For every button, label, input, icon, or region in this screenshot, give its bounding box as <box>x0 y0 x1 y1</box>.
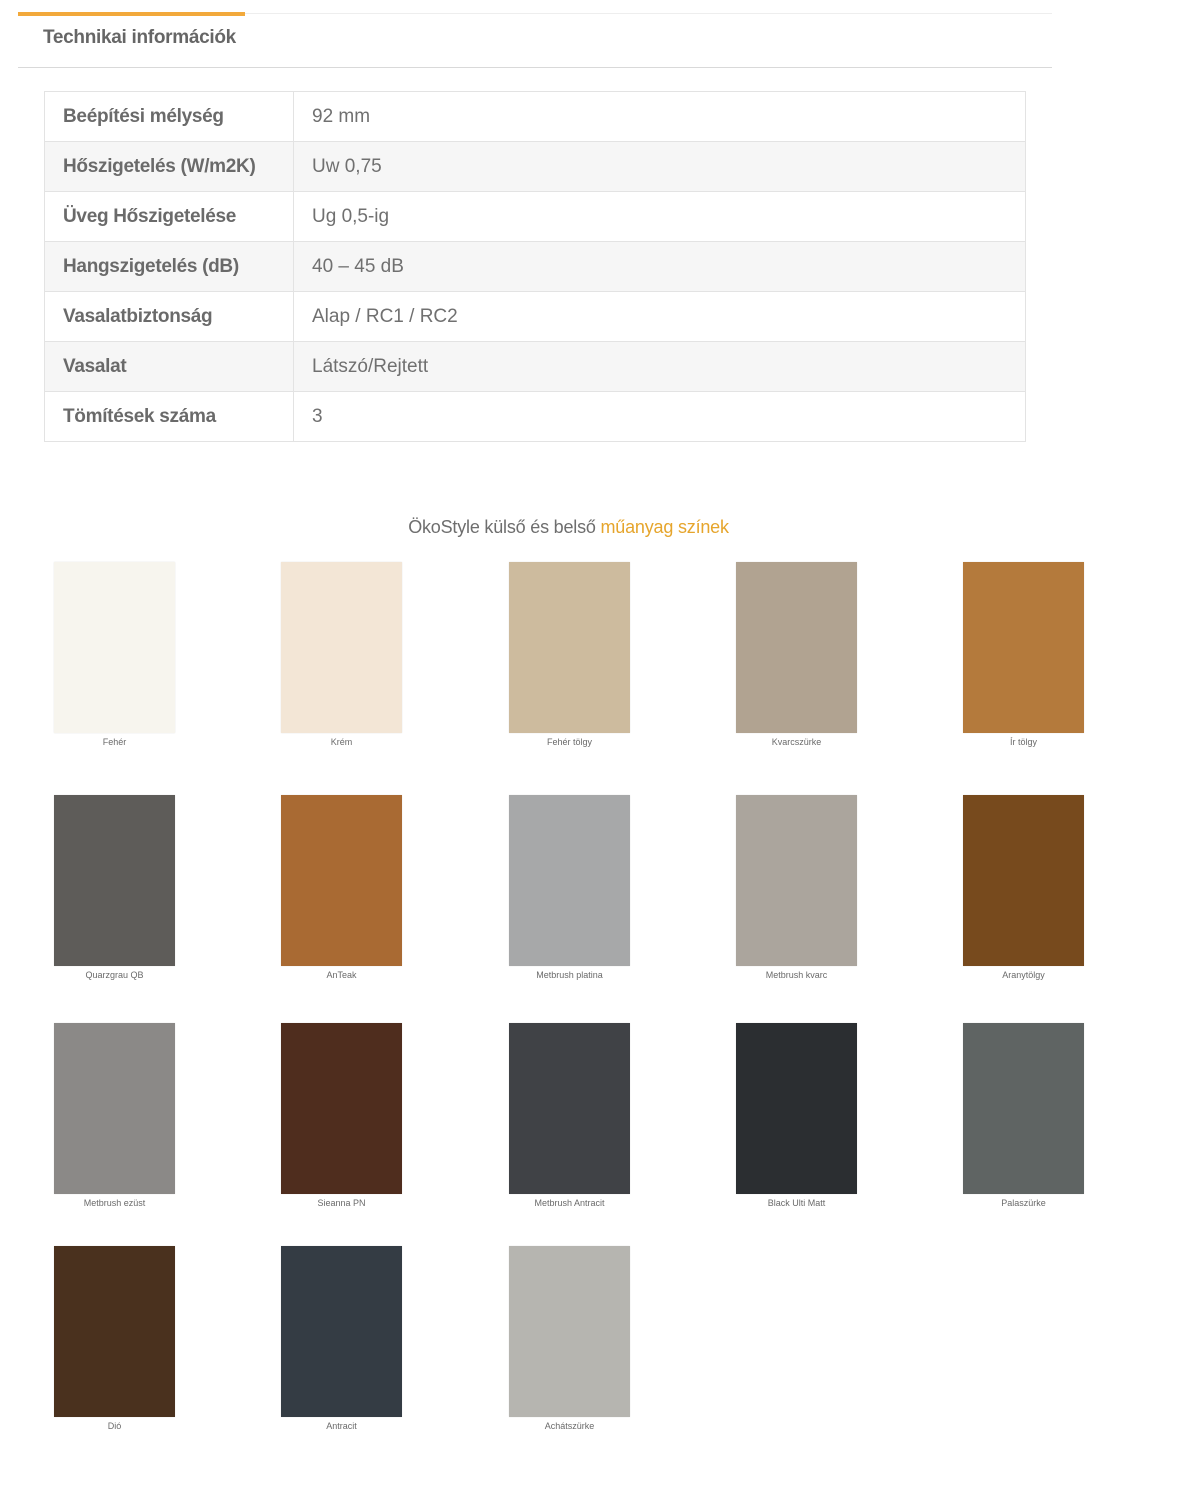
spec-row: Hőszigetelés (W/m2K) Uw 0,75 <box>44 141 1026 192</box>
color-swatch-label: Ír tölgy <box>1009 737 1037 747</box>
color-swatch-image[interactable] <box>54 1023 175 1194</box>
color-swatch-image[interactable] <box>736 795 857 966</box>
technical-specs-table: Beépítési mélység 92 mm Hőszigetelés (W/m2… <box>44 91 1026 442</box>
color-swatch-image[interactable] <box>963 562 1084 733</box>
spec-value: 3 <box>293 391 1026 442</box>
color-swatch-image[interactable] <box>509 562 630 733</box>
spec-label: Vasalat <box>44 341 294 392</box>
color-swatch-label: Black Ulti Matt <box>767 1198 826 1208</box>
color-swatch-image[interactable] <box>54 562 175 733</box>
color-swatch[interactable]: Black Ulti Matt <box>736 1023 857 1208</box>
color-swatch[interactable]: Dió <box>54 1246 175 1431</box>
spec-label: Hőszigetelés (W/m2K) <box>44 141 294 192</box>
color-swatch[interactable]: Achátszürke <box>509 1246 630 1431</box>
color-swatch-label: Kvarcszürke <box>771 737 822 747</box>
spec-value: 92 mm <box>293 91 1026 142</box>
colors-section-title: ÖkoStyle külső és belső műanyag színek <box>0 517 1137 538</box>
color-swatch[interactable]: Metbrush ezüst <box>54 1023 175 1208</box>
color-swatch[interactable]: Sieanna PN <box>281 1023 402 1208</box>
color-swatch[interactable]: Metbrush platina <box>509 795 630 980</box>
color-swatch-image[interactable] <box>281 562 402 733</box>
spec-value: Ug 0,5-ig <box>293 191 1026 242</box>
color-swatch-image[interactable] <box>281 795 402 966</box>
color-swatch-label: Fehér <box>102 737 127 747</box>
color-swatch-image[interactable] <box>736 1023 857 1194</box>
spec-value: 40 – 45 dB <box>293 241 1026 292</box>
color-swatch[interactable]: Fehér <box>54 562 175 747</box>
color-swatch-image[interactable] <box>54 1246 175 1417</box>
color-swatch-image[interactable] <box>963 795 1084 966</box>
color-swatch[interactable]: Antracit <box>281 1246 402 1431</box>
spec-row: Vasalat Látszó/Rejtett <box>44 341 1026 392</box>
color-swatch[interactable]: AnTeak <box>281 795 402 980</box>
color-swatch-image[interactable] <box>963 1023 1084 1194</box>
color-swatch-image[interactable] <box>281 1023 402 1194</box>
color-swatch-label: Metbrush kvarc <box>765 970 828 980</box>
color-swatch[interactable]: Krém <box>281 562 402 747</box>
spec-row: Vasalatbiztonság Alap / RC1 / RC2 <box>44 291 1026 342</box>
tab-technical-info[interactable]: Technikai információk <box>18 12 245 65</box>
color-swatch-label: Antracit <box>326 1421 357 1431</box>
color-swatch-label: Palaszürke <box>1001 1198 1046 1208</box>
color-swatch-label: Achátszürke <box>544 1421 595 1431</box>
color-swatch-label: Aranytölgy <box>1002 970 1045 980</box>
spec-value: Uw 0,75 <box>293 141 1026 192</box>
color-swatch-label: Quarzgrau QB <box>85 970 144 980</box>
color-swatch-label: Metbrush ezüst <box>83 1198 146 1208</box>
tab-bar: Technikai információk <box>18 12 1052 68</box>
color-swatch-label: Sieanna PN <box>317 1198 366 1208</box>
colors-title-prefix: ÖkoStyle külső és belső <box>408 517 596 537</box>
spec-row: Hangszigetelés (dB) 40 – 45 dB <box>44 241 1026 292</box>
spec-label: Vasalatbiztonság <box>44 291 294 342</box>
color-swatch[interactable]: Quarzgrau QB <box>54 795 175 980</box>
color-swatch-label: Krém <box>330 737 353 747</box>
color-swatch-image[interactable] <box>509 1246 630 1417</box>
spec-row: Beépítési mélység 92 mm <box>44 91 1026 142</box>
color-swatch-label: Dió <box>107 1421 122 1431</box>
spec-row: Tömítések száma 3 <box>44 391 1026 442</box>
color-swatch-label: Metbrush platina <box>536 970 603 980</box>
spec-label: Beépítési mélység <box>44 91 294 142</box>
color-swatch[interactable]: Kvarcszürke <box>736 562 857 747</box>
spec-value: Látszó/Rejtett <box>293 341 1026 392</box>
colors-title-highlight: műanyag színek <box>600 517 729 537</box>
spec-value: Alap / RC1 / RC2 <box>293 291 1026 342</box>
color-swatch-image[interactable] <box>281 1246 402 1417</box>
spec-label: Tömítések száma <box>44 391 294 442</box>
color-swatch-label: Metbrush Antracit <box>534 1198 605 1208</box>
color-swatch-label: AnTeak <box>326 970 357 980</box>
spec-row: Üveg Hőszigetelése Ug 0,5-ig <box>44 191 1026 242</box>
color-swatch[interactable]: Fehér tölgy <box>509 562 630 747</box>
color-swatch[interactable]: Metbrush kvarc <box>736 795 857 980</box>
color-swatch-image[interactable] <box>509 795 630 966</box>
color-swatch-image[interactable] <box>736 562 857 733</box>
color-swatch[interactable]: Palaszürke <box>963 1023 1084 1208</box>
tab-technical-info-label: Technikai információk <box>43 27 236 48</box>
color-swatch[interactable]: Metbrush Antracit <box>509 1023 630 1208</box>
active-tab-indicator <box>18 12 245 16</box>
color-swatch-image[interactable] <box>509 1023 630 1194</box>
spec-label: Üveg Hőszigetelése <box>44 191 294 242</box>
color-swatch[interactable]: Aranytölgy <box>963 795 1084 980</box>
color-swatch[interactable]: Ír tölgy <box>963 562 1084 747</box>
spec-label: Hangszigetelés (dB) <box>44 241 294 292</box>
color-swatch-label: Fehér tölgy <box>546 737 593 747</box>
color-swatch-image[interactable] <box>54 795 175 966</box>
